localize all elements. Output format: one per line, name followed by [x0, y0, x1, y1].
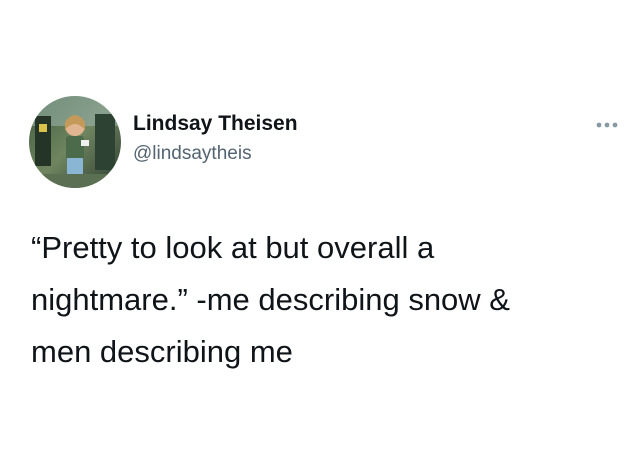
avatar[interactable] [29, 96, 121, 188]
author-name[interactable]: Lindsay Theisen [133, 110, 298, 138]
profile-photo-icon [29, 96, 121, 188]
tweet-text-line: men describing me [31, 334, 293, 369]
tweet-card: Lindsay Theisen @lindsaytheis “Pretty to… [0, 0, 640, 469]
tweet-text-line: “Pretty to look at but overall a [31, 230, 435, 265]
tweet-text: “Pretty to look at but overall a nightma… [31, 222, 621, 378]
author-handle[interactable]: @lindsaytheis [133, 142, 252, 166]
tweet-text-line: nightmare.” -me describing snow & [31, 282, 510, 317]
more-options-icon[interactable] [594, 120, 620, 130]
